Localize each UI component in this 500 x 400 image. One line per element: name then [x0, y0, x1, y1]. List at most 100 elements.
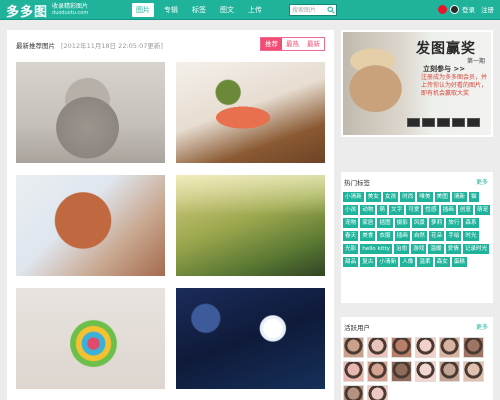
update-time: [2012年11月18日 22:05:07更新]	[61, 42, 163, 50]
user-links: 登录 注册	[438, 4, 494, 14]
tag-button[interactable]: 风景	[411, 218, 428, 228]
tag-button[interactable]: 性感	[423, 205, 439, 215]
tag-button[interactable]: 可爱	[406, 205, 422, 215]
photo-card-food[interactable]	[176, 62, 325, 163]
tag-button[interactable]: 动物	[360, 205, 376, 215]
tag-button[interactable]: 摄影	[394, 218, 410, 228]
tag-list: 小清新 美女 女孩 时尚 唯美 美图 清新猫小孩 动物萌文字 可爱 性感 插画 创意 萌宠 宠物 家居 插图摄…	[343, 192, 493, 270]
tag-button[interactable]: 游戏	[411, 244, 427, 254]
tag-button[interactable]: 手绘	[446, 231, 462, 241]
tag-button[interactable]: 自然	[411, 231, 428, 241]
promo-title: 发图赢奖	[416, 41, 476, 57]
tag-button[interactable]: 旅行	[446, 218, 462, 228]
tag-button[interactable]: 时光	[463, 231, 479, 241]
search-icon[interactable]	[327, 6, 335, 14]
tag-button[interactable]: 治愈	[394, 244, 410, 254]
sidebar: 发图赢奖 第一期 立刻参与 >> 注册成为多多图会员，并上传你认为好看的图片，即…	[341, 30, 493, 400]
tag-button[interactable]: 蛋糕	[451, 257, 468, 267]
tag-button[interactable]: 记录时光	[462, 244, 490, 254]
photo-card-child[interactable]	[16, 175, 165, 276]
sort-tabs: 推荐 最热 最新	[260, 37, 325, 51]
avatar[interactable]	[391, 361, 412, 382]
tag-button[interactable]: 美图	[434, 192, 450, 202]
tag-button[interactable]: 小清新	[343, 192, 364, 202]
section-header: 最新推荐图片 [2012年11月18日 22:05:07更新] 推荐 最热 最新	[16, 37, 325, 51]
tag-button[interactable]: 女孩	[383, 192, 399, 202]
tag-button[interactable]: 小孩	[343, 205, 359, 215]
tag-button[interactable]: 家居	[360, 218, 376, 228]
active-users-more-link[interactable]: 更多	[476, 322, 488, 331]
tab-recommended[interactable]: 推荐	[261, 38, 282, 50]
avatar[interactable]	[367, 361, 388, 382]
nav-item-albums[interactable]: 专辑	[160, 3, 182, 17]
tag-button[interactable]: 甜品	[343, 257, 359, 267]
tag-button[interactable]: 爱情	[445, 244, 461, 254]
tag-button[interactable]: 衣服	[377, 231, 393, 241]
nav-item-tags[interactable]: 标签	[188, 3, 210, 17]
main-content: 最新推荐图片 [2012年11月18日 22:05:07更新] 推荐 最热 最新	[7, 30, 334, 400]
top-navigation-bar: 多多图 收录精彩图片 duoduotu.com 图片 专辑 标签 图文 上传 登…	[0, 0, 500, 20]
search-input[interactable]	[292, 5, 328, 15]
tag-button[interactable]: 唯美	[417, 192, 433, 202]
avatar[interactable]	[439, 361, 460, 382]
avatar[interactable]	[343, 385, 364, 400]
tag-button[interactable]: 创意	[457, 205, 474, 215]
hot-tags-more-link[interactable]: 更多	[476, 177, 488, 186]
photo-card-pencils[interactable]	[16, 288, 165, 389]
photo-card-cat[interactable]	[16, 62, 165, 163]
avatar[interactable]	[415, 361, 436, 382]
avatar[interactable]	[343, 337, 364, 358]
login-link[interactable]: 登录	[462, 4, 475, 14]
qq-icon[interactable]	[450, 4, 459, 14]
hot-tags-title: 热门标签	[344, 179, 370, 187]
tag-button[interactable]: 时尚	[400, 192, 416, 202]
tag-button[interactable]: 温暖	[428, 244, 444, 254]
tag-button[interactable]: 小清新	[377, 257, 399, 267]
tag-button[interactable]: 猫	[469, 192, 479, 202]
avatar[interactable]	[391, 337, 412, 358]
tag-button[interactable]: 清新	[451, 192, 468, 202]
tag-button[interactable]: 插画	[394, 231, 410, 241]
tag-button[interactable]: 插图	[377, 218, 393, 228]
nav-item-articles[interactable]: 图文	[216, 3, 238, 17]
tag-button[interactable]: 森女	[434, 257, 450, 267]
avatar[interactable]	[463, 337, 484, 358]
tag-button[interactable]: 人像	[400, 257, 416, 267]
tab-newest[interactable]: 最新	[303, 38, 324, 50]
promo-banner[interactable]: 发图赢奖 第一期 立刻参与 >> 注册成为多多图会员，并上传你认为好看的图片，即…	[341, 30, 493, 137]
tag-button[interactable]: 春天	[343, 231, 359, 241]
nav-item-upload[interactable]: 上传	[244, 3, 266, 17]
weibo-icon[interactable]	[438, 4, 447, 14]
avatar[interactable]	[463, 361, 484, 382]
avatar[interactable]	[343, 361, 364, 382]
active-users-panel: 活跃用户 更多	[341, 317, 493, 400]
tag-button[interactable]: 光影	[343, 244, 359, 254]
nav-item-images[interactable]: 图片	[132, 3, 154, 17]
tag-button[interactable]: 萝莉	[429, 218, 445, 228]
prize-image	[467, 118, 480, 127]
tag-button[interactable]: 萌	[377, 205, 388, 215]
promo-cta-link[interactable]: 立刻参与 >>	[423, 64, 465, 74]
tag-button[interactable]: 文字	[389, 205, 405, 215]
site-logo[interactable]: 多多图 收录精彩图片 duoduotu.com	[6, 1, 89, 20]
photo-card-flower[interactable]	[176, 288, 325, 389]
tag-button[interactable]: 插画	[440, 205, 456, 215]
tag-button[interactable]: 复古	[360, 257, 376, 267]
tag-button[interactable]: 宠物	[343, 218, 359, 228]
tag-button[interactable]: 森系	[463, 218, 479, 228]
tag-button[interactable]: 萌宠	[475, 205, 491, 215]
register-link[interactable]: 注册	[481, 4, 494, 14]
avatar[interactable]	[367, 385, 388, 400]
avatar[interactable]	[367, 337, 388, 358]
tag-button[interactable]: hello kitty	[360, 244, 392, 254]
avatar[interactable]	[415, 337, 436, 358]
tag-button[interactable]: 美女	[365, 192, 381, 202]
avatar[interactable]	[439, 337, 460, 358]
tag-button[interactable]: 花朵	[429, 231, 445, 241]
tag-button[interactable]: 美食	[360, 231, 376, 241]
logo-slogan: 收录精彩图片	[52, 3, 89, 10]
avatar-list	[343, 337, 493, 400]
tab-hottest[interactable]: 最热	[282, 38, 303, 50]
photo-card-field[interactable]	[176, 175, 325, 276]
tag-button[interactable]: 温柔	[417, 257, 433, 267]
